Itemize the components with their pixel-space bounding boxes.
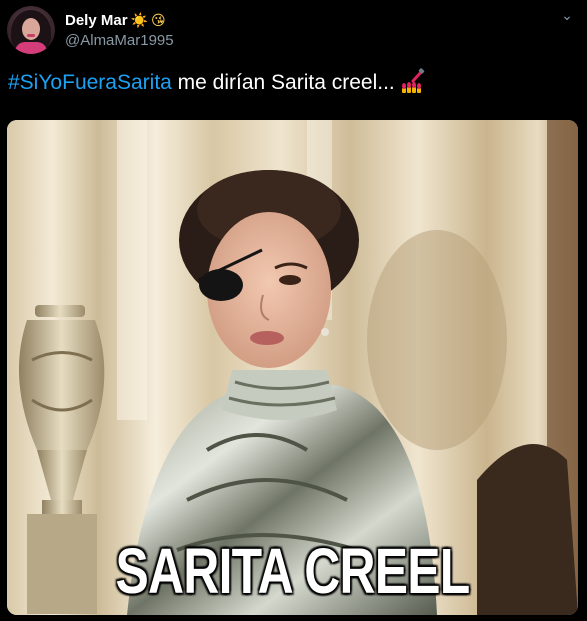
tweet-text: #SiYoFueraSarita me dirían Sarita creel.… bbox=[8, 68, 425, 96]
hashtag-link[interactable]: #SiYoFueraSarita bbox=[8, 71, 172, 94]
more-options-icon[interactable]: ⌄ bbox=[557, 8, 577, 28]
avatar-shirt bbox=[15, 42, 47, 54]
avatar-lips bbox=[27, 34, 35, 37]
author-display-name[interactable]: Dely Mar bbox=[65, 12, 128, 29]
author-name-line[interactable]: Dely Mar ☀️ 😘 bbox=[65, 12, 166, 30]
kiss-face-emoji-icon: 😘 bbox=[150, 13, 166, 29]
sun-emoji-icon: ☀️ bbox=[130, 13, 148, 29]
meme-caption: SARITA CREEL bbox=[115, 535, 471, 607]
tweet-media-image[interactable]: SARITA CREEL bbox=[7, 120, 578, 615]
tweet-body-text: me dirían Sarita creel... bbox=[171, 71, 395, 94]
author-handle[interactable]: @AlmaMar1995 bbox=[65, 32, 174, 50]
nail-polish-icon bbox=[401, 68, 425, 93]
profile-avatar[interactable] bbox=[7, 6, 55, 54]
